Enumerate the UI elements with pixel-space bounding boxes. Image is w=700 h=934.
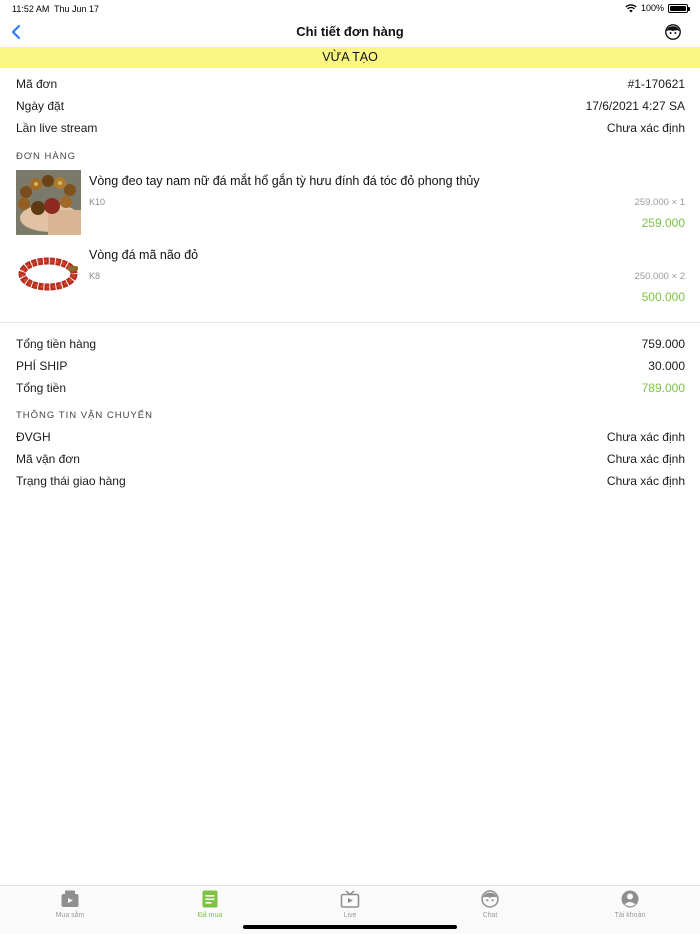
product-image-tiger-eye-bracelet: [16, 170, 81, 235]
order-code-row: Mã đơn #1-170621: [16, 77, 685, 91]
totals-divider: [0, 322, 700, 323]
wifi-icon: [625, 3, 637, 12]
delivery-status-row: Trạng thái giao hàng Chưa xác định: [16, 474, 685, 488]
subtotal-label: Tổng tiền hàng: [16, 337, 97, 351]
status-time: 11:52 AM: [12, 4, 50, 14]
livestream-label: Lần live stream: [16, 121, 98, 135]
shopping-icon: [61, 890, 79, 907]
product-sku: K8: [89, 271, 101, 281]
tracking-code-label: Mã vận đơn: [16, 452, 80, 466]
carrier-label: ĐVGH: [16, 430, 51, 444]
grand-total-value: 789.000: [641, 381, 685, 395]
product-line-total: 259.000: [641, 216, 685, 230]
product-unit-price-qty: 259.000 × 1: [634, 197, 685, 208]
status-right: 100%: [625, 3, 690, 13]
carrier-value: Chưa xác định: [606, 430, 685, 444]
tracking-code-row: Mã vận đơn Chưa xác định: [16, 452, 685, 466]
purchased-list-icon: [202, 890, 218, 908]
tracking-code-value: Chưa xác định: [606, 452, 685, 466]
grand-total-label: Tổng tiền: [16, 381, 67, 395]
livestream-row: Lần live stream Chưa xác định: [16, 121, 685, 135]
product-name: Vòng đá mã não đỏ: [89, 248, 199, 262]
grand-total-row: Tổng tiền 789.000: [16, 381, 685, 395]
order-status-banner: VỪA TẠO: [0, 47, 700, 68]
product-sku: K10: [89, 197, 106, 207]
tab-live[interactable]: Live: [280, 889, 420, 925]
order-date-row: Ngày đặt 17/6/2021 4:27 SA: [16, 99, 685, 113]
tab-live-label: Live: [343, 912, 357, 919]
tab-purchased[interactable]: Đã mua: [140, 889, 280, 925]
tab-shopping-label: Mua sắm: [55, 912, 85, 919]
tab-purchased-label: Đã mua: [197, 912, 223, 919]
subtotal-row: Tổng tiền hàng 759.000: [16, 337, 685, 351]
status-bar: 11:52 AM Thu Jun 17 100%: [0, 0, 700, 18]
shipping-fee-label: PHÍ SHIP: [16, 359, 68, 373]
livestream-value: Chưa xác định: [606, 121, 685, 135]
shipping-fee-row: PHÍ SHIP 30.000: [16, 359, 685, 373]
product-unit-price-qty: 250.000 × 2: [634, 271, 685, 282]
shipping-section-header: THÔNG TIN VẬN CHUYỂN: [16, 410, 154, 421]
subtotal-value: 759.000: [641, 337, 685, 351]
account-icon: [621, 890, 639, 908]
battery-icon: [668, 3, 690, 13]
product-item[interactable]: Vòng đá mã não đỏ K8 250.000 × 2 500.000: [16, 244, 685, 310]
product-line-total: 500.000: [641, 290, 685, 304]
page-title: Chi tiết đơn hàng: [296, 24, 404, 39]
product-name: Vòng đeo tay nam nữ đá mắt hổ gắn tỳ hưu…: [89, 174, 480, 188]
product-item[interactable]: Vòng đeo tay nam nữ đá mắt hổ gắn tỳ hưu…: [16, 170, 685, 236]
carrier-row: ĐVGH Chưa xác định: [16, 430, 685, 444]
live-tv-icon: [340, 890, 360, 908]
order-section-header: ĐƠN HÀNG: [16, 151, 76, 162]
order-code-value: #1-170621: [627, 77, 685, 91]
tab-shopping[interactable]: Mua sắm: [0, 889, 140, 925]
order-code-label: Mã đơn: [16, 77, 58, 91]
battery-percent: 100%: [640, 3, 664, 13]
home-indicator: [243, 925, 457, 929]
nav-bar: Chi tiết đơn hàng: [0, 18, 700, 46]
chat-face-icon: [481, 890, 499, 908]
tab-chat-label: Chat: [482, 912, 498, 919]
tab-account[interactable]: Tài khoản: [560, 889, 700, 925]
product-image-red-agate-bracelet: [16, 244, 81, 309]
status-date: Thu Jun 17: [54, 4, 100, 14]
tab-chat[interactable]: Chat: [420, 889, 560, 925]
order-date-value: 17/6/2021 4:27 SA: [585, 99, 685, 113]
order-date-label: Ngày đặt: [16, 99, 65, 113]
delivery-status-label: Trạng thái giao hàng: [16, 474, 126, 488]
tab-account-label: Tài khoản: [614, 912, 646, 919]
support-face-icon[interactable]: [664, 23, 682, 41]
delivery-status-value: Chưa xác định: [606, 474, 685, 488]
shipping-fee-value: 30.000: [648, 359, 685, 373]
